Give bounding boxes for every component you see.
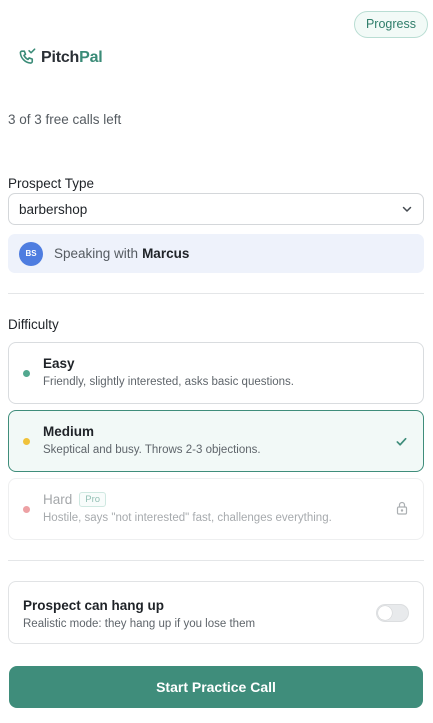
free-calls-counter: 3 of 3 free calls left — [8, 112, 122, 127]
prospect-type-value: barbershop — [19, 201, 88, 217]
status-dot — [23, 370, 30, 377]
option-description: Hostile, says "not interested" fast, cha… — [43, 512, 332, 524]
chevron-down-icon — [402, 206, 412, 212]
pitchpal-logo: PitchPal — [18, 48, 103, 67]
divider — [8, 560, 424, 561]
lock-icon — [396, 501, 408, 515]
hang-up-title: Prospect can hang up — [23, 598, 165, 613]
difficulty-option-easy[interactable]: Easy Friendly, slightly interested, asks… — [8, 342, 424, 404]
prospect-type-label: Prospect Type — [8, 176, 95, 191]
divider — [8, 293, 424, 294]
difficulty-label: Difficulty — [8, 317, 59, 332]
hang-up-toggle[interactable] — [376, 604, 409, 622]
prospect-type-select[interactable]: barbershop — [8, 193, 424, 225]
hang-up-description: Realistic mode: they hang up if you lose… — [23, 618, 256, 630]
phone-icon — [19, 48, 36, 64]
speaking-prefix: Speaking with — [54, 246, 139, 261]
hang-up-setting: Prospect can hang up Realistic mode: the… — [8, 581, 424, 644]
option-title: Easy — [43, 356, 75, 371]
avatar: BS — [19, 241, 43, 266]
option-title: Medium — [43, 424, 95, 439]
progress-button[interactable]: Progress — [353, 11, 428, 38]
start-practice-call-button[interactable]: Start Practice Call — [9, 666, 423, 708]
status-dot — [23, 506, 30, 513]
pro-badge: Pro — [79, 492, 107, 507]
toggle-knob — [378, 606, 392, 620]
logo-text: PitchPal — [41, 48, 103, 66]
check-icon — [396, 437, 407, 446]
option-description: Friendly, slightly interested, asks basi… — [43, 376, 294, 388]
difficulty-option-medium[interactable]: Medium Skeptical and busy. Throws 2-3 ob… — [8, 410, 424, 472]
status-dot — [23, 438, 30, 445]
difficulty-option-hard: Hard Pro Hostile, says "not interested" f… — [8, 478, 424, 540]
option-description: Skeptical and busy. Throws 2-3 objection… — [43, 444, 261, 456]
option-title: Hard Pro — [43, 492, 107, 507]
speaking-with-banner: BS Speaking with Marcus — [8, 234, 424, 273]
prospect-name: Marcus — [142, 246, 190, 261]
